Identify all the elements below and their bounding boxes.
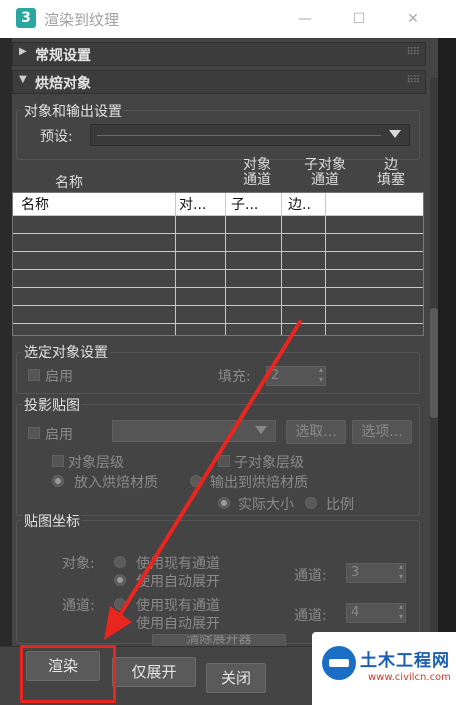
enable-checkbox[interactable] — [28, 369, 40, 381]
proportional-label: 比例 — [326, 497, 354, 513]
col-header-sub-channel: 子对象 通道 — [304, 157, 346, 188]
proportional-radio[interactable] — [305, 497, 317, 509]
options-button[interactable]: 选项... — [352, 420, 412, 444]
rollout-general-label: 常规设置 — [35, 48, 91, 64]
grip-icon: ⠿⠿ — [406, 47, 420, 58]
put-bake-material-label: 放入烘焙材质 — [74, 475, 158, 491]
output-bake-material-radio[interactable] — [190, 475, 202, 487]
rollout-bake[interactable]: ▼ 烘焙对象 ⠿⠿ — [12, 70, 426, 94]
sub-channel-spinner[interactable]: 4 — [346, 602, 406, 623]
projection-dropdown[interactable] — [112, 420, 276, 442]
actual-size-label: 实际大小 — [238, 497, 294, 513]
maximize-button[interactable]: ☐ — [344, 6, 374, 32]
output-bake-material-label: 输出到烘焙材质 — [210, 475, 308, 491]
scrollbar-thumb[interactable] — [430, 308, 438, 418]
padding-spinner[interactable]: 2 — [266, 365, 326, 386]
close-button[interactable]: 关闭 — [206, 663, 266, 693]
watermark-logo: 土木工程网 www.civilcn.com — [312, 632, 456, 705]
minimize-button[interactable]: — — [290, 6, 320, 32]
table-header-row[interactable]: 名称 对... 子... 边.. — [13, 193, 423, 215]
projection-enable-checkbox[interactable] — [28, 427, 40, 439]
channel-label-sub: 通道: — [294, 608, 327, 624]
background-edge — [438, 38, 456, 705]
object-use-auto-label: 使用自动展开 — [136, 574, 220, 590]
table-header-name: 名称 — [21, 197, 49, 213]
object-level-label: 对象层级 — [68, 455, 124, 471]
subobject-level-label: 子对象层级 — [234, 455, 304, 471]
chevron-down-icon — [389, 130, 401, 138]
selected-settings-title: 选定对象设置 — [22, 342, 110, 362]
civilcn-logo-icon — [322, 646, 356, 680]
watermark-url: www.civilcn.com — [368, 672, 451, 683]
channel-label-object: 通道: — [294, 568, 327, 584]
table-header-sub: 子... — [231, 197, 259, 213]
watermark-title: 土木工程网 — [360, 651, 450, 671]
channel-label: 通道: — [62, 598, 95, 614]
object-use-auto-radio[interactable] — [114, 574, 126, 586]
left-gutter — [0, 38, 12, 658]
window-title: 渲染到纹理 — [44, 11, 120, 29]
object-output-title: 对象和输出设置 — [22, 101, 124, 121]
object-level-checkbox[interactable] — [52, 455, 64, 467]
object-label: 对象: — [62, 556, 95, 572]
table-header-obj: 对... — [179, 197, 207, 213]
pick-button[interactable]: 选取... — [286, 420, 346, 444]
subobject-level-checkbox[interactable] — [218, 455, 230, 467]
projection-title: 投影贴图 — [22, 395, 82, 415]
enable-label: 启用 — [45, 369, 73, 385]
put-bake-material-radio[interactable] — [52, 475, 64, 487]
col-header-obj-channel: 对象 通道 — [243, 157, 271, 188]
sub-use-auto-radio[interactable] — [114, 616, 126, 628]
object-channel-spinner[interactable]: 3 — [346, 562, 406, 583]
sub-use-existing-radio[interactable] — [114, 598, 126, 610]
close-window-button[interactable]: ✕ — [398, 6, 428, 32]
sub-use-auto-label: 使用自动展开 — [136, 616, 220, 632]
app-icon: 3 — [16, 8, 36, 28]
preset-label: 预设: — [40, 129, 73, 145]
chevron-down-icon — [255, 426, 267, 434]
actual-size-radio[interactable] — [218, 497, 230, 509]
object-use-existing-radio[interactable] — [114, 556, 126, 568]
unwrap-only-button[interactable]: 仅展开 — [112, 657, 196, 687]
rollout-bake-label: 烘焙对象 — [35, 76, 91, 92]
collapse-arrow-icon: ▼ — [19, 74, 27, 85]
padding-label: 填充: — [218, 369, 251, 385]
object-use-existing-label: 使用现有通道 — [136, 556, 220, 572]
mapping-title: 贴图坐标 — [22, 511, 82, 531]
rollout-general[interactable]: ▶ 常规设置 ⠿⠿ — [12, 42, 426, 66]
sub-use-existing-label: 使用现有通道 — [136, 598, 220, 614]
expand-arrow-icon: ▶ — [19, 46, 27, 57]
title-bar: 3 渲染到纹理 — ☐ ✕ — [0, 0, 456, 38]
render-highlight-box — [20, 645, 116, 703]
preset-dropdown[interactable] — [90, 124, 410, 146]
scrollbar[interactable] — [430, 78, 438, 678]
col-header-name: 名称 — [55, 175, 83, 191]
table-header-edge: 边.. — [288, 197, 311, 213]
grip-icon: ⠿⠿ — [406, 75, 420, 86]
projection-enable-label: 启用 — [45, 427, 73, 443]
bake-object-list[interactable]: 名称 对... 子... 边.. — [12, 192, 424, 336]
col-header-edge-pad: 边 填塞 — [377, 157, 405, 188]
